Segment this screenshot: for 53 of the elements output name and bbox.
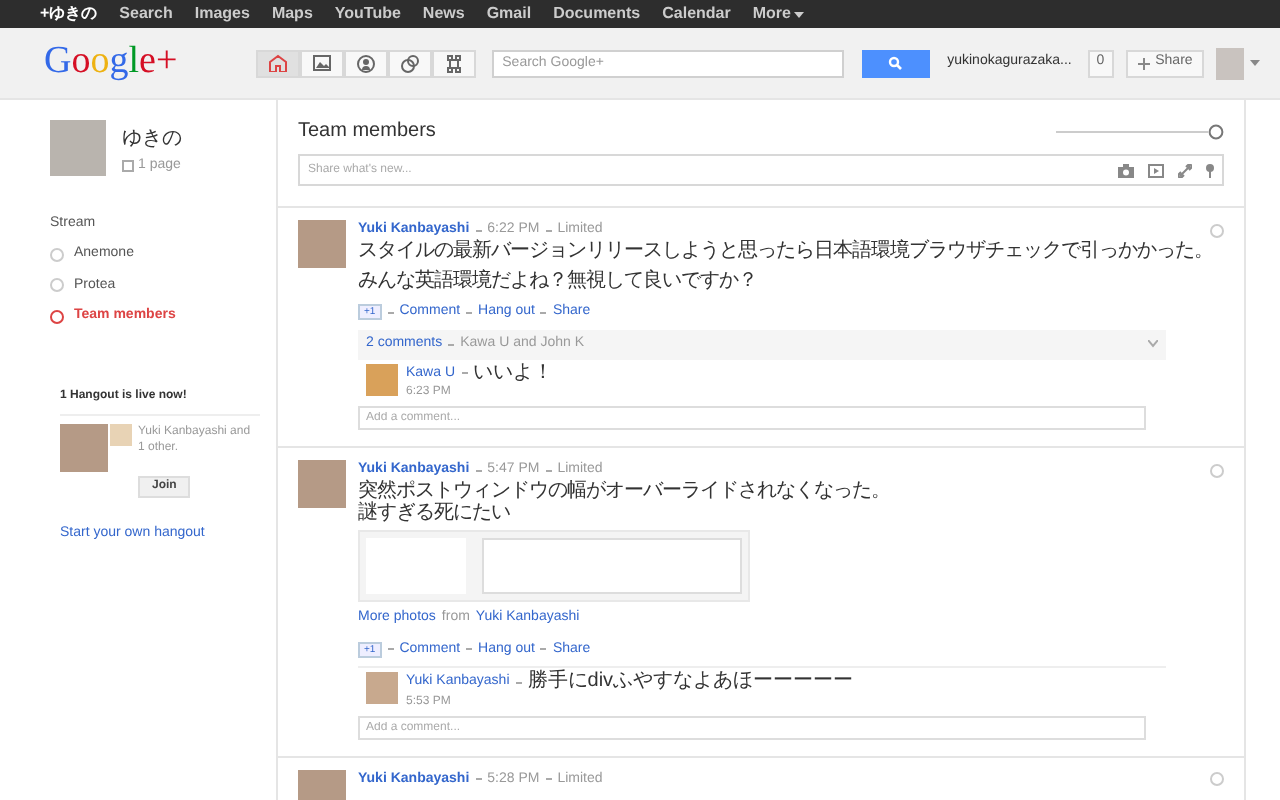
profile-icon: [356, 53, 377, 73]
nav-tab[interactable]: [388, 49, 433, 77]
nav-link[interactable]: Gmail: [486, 2, 532, 26]
avatar: [298, 220, 346, 268]
caret-icon[interactable]: [1250, 60, 1260, 66]
plus-icon: [1137, 57, 1150, 69]
home-icon: [268, 54, 289, 72]
separator-dash: [515, 681, 522, 684]
nav-tab[interactable]: [256, 49, 301, 77]
post-text: スタイルの最新バージョンリリースしようと思ったら日本語環境ブラウザチェックで引っかかった。: [358, 240, 1215, 262]
separator-dash: [466, 311, 473, 314]
nav-tab[interactable]: [432, 49, 477, 77]
pin-icon[interactable]: [1206, 163, 1214, 177]
post-text: 突然ポストウィンドウの幅がオーバーライドされなくなった。: [358, 480, 892, 502]
nav-link[interactable]: Images: [194, 2, 250, 26]
post-text: みんな英語環境だよね？無視して良いですか？: [358, 270, 759, 292]
grid-icon: [444, 53, 465, 73]
separator-dash: [475, 778, 482, 780]
search-icon: [888, 56, 903, 70]
separator-dash: [540, 311, 547, 314]
circles-icon: [400, 53, 421, 73]
comment-text: 勝手にdivふやすなよあほーーーーー: [527, 672, 854, 693]
link-icon[interactable]: [1178, 163, 1192, 177]
video-icon[interactable]: [1148, 163, 1164, 177]
camera-icon[interactable]: [1118, 163, 1134, 177]
nav-link[interactable]: Calendar: [662, 2, 731, 26]
chevron-icon[interactable]: [1148, 340, 1158, 348]
page-icon: [122, 160, 134, 173]
avatar: [366, 363, 398, 395]
separator-dash: [545, 778, 552, 780]
nav-tab[interactable]: [344, 49, 389, 77]
photo-placeholder: [60, 423, 108, 471]
photo-icon: [312, 54, 333, 72]
avatar: [110, 423, 132, 445]
stream-title: Team members: [298, 118, 438, 146]
profile-name[interactable]: ゆきの: [122, 124, 182, 154]
slider-icon[interactable]: [1056, 123, 1224, 139]
nav-link[interactable]: Maps: [271, 2, 313, 26]
nav-link[interactable]: News: [422, 2, 465, 26]
avatar: [366, 672, 398, 704]
nav-link[interactable]: Search: [119, 2, 173, 26]
google-plus-logo[interactable]: Google+: [44, 34, 209, 92]
search-button[interactable]: [862, 49, 930, 77]
post-text: 謎すぎる死にたい: [358, 502, 512, 524]
nav-tab[interactable]: [300, 49, 345, 77]
nav-link[interactable]: Documents: [553, 2, 641, 26]
avatar: [298, 460, 346, 508]
more-menu[interactable]: More: [752, 2, 805, 26]
user-link[interactable]: +ゆきの: [40, 2, 98, 26]
caret-icon: [794, 11, 805, 17]
comment-text: いいよ！: [473, 363, 554, 384]
nav-link[interactable]: YouTube: [334, 2, 401, 26]
separator-dash: [387, 311, 394, 314]
